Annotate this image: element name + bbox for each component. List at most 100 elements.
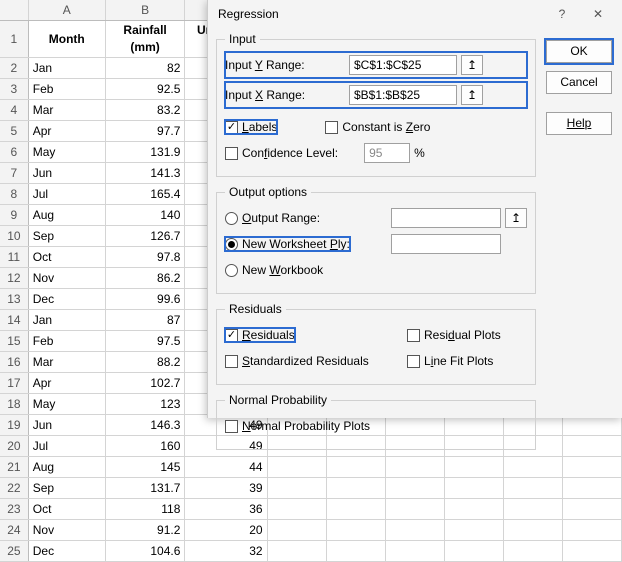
row-header[interactable]: 2 — [0, 58, 28, 79]
row-header[interactable]: 8 — [0, 184, 28, 205]
cell[interactable]: 88.2 — [105, 352, 185, 373]
row-header[interactable]: 17 — [0, 373, 28, 394]
cell[interactable]: Jun — [28, 163, 105, 184]
cell[interactable]: Feb — [28, 331, 105, 352]
new-worksheet-radio[interactable]: New Worksheet Ply: — [225, 237, 350, 251]
cell[interactable]: 82 — [105, 58, 185, 79]
cell[interactable]: 20 — [185, 520, 267, 541]
cell[interactable]: Rainfall (mm) — [105, 21, 185, 58]
row-header[interactable]: 3 — [0, 79, 28, 100]
cell[interactable]: Aug — [28, 457, 105, 478]
help-button[interactable]: Help — [546, 112, 612, 135]
cell[interactable]: 97.5 — [105, 331, 185, 352]
cell[interactable]: Jul — [28, 184, 105, 205]
row-header[interactable]: 1 — [0, 21, 28, 58]
labels-checkbox[interactable]: ✓ Labels — [225, 120, 277, 134]
cell[interactable]: 131.9 — [105, 142, 185, 163]
row-header[interactable]: 18 — [0, 394, 28, 415]
row-header[interactable]: 14 — [0, 310, 28, 331]
col-header[interactable]: B — [105, 0, 185, 21]
residual-plots-checkbox[interactable]: Residual Plots — [407, 328, 527, 342]
ref-select-icon[interactable]: ↥ — [461, 55, 483, 75]
cell[interactable]: 83.2 — [105, 100, 185, 121]
help-icon[interactable]: ? — [544, 2, 580, 26]
row-header[interactable]: 5 — [0, 121, 28, 142]
cell[interactable]: 123 — [105, 394, 185, 415]
cell[interactable]: 104.6 — [105, 541, 185, 562]
cell[interactable]: Sep — [28, 478, 105, 499]
ref-select-icon[interactable]: ↥ — [461, 85, 483, 105]
row-header[interactable]: 9 — [0, 205, 28, 226]
cell[interactable]: 86.2 — [105, 268, 185, 289]
cell[interactable]: 36 — [185, 499, 267, 520]
cell[interactable]: 141.3 — [105, 163, 185, 184]
cell[interactable]: 97.8 — [105, 247, 185, 268]
cell[interactable]: Feb — [28, 79, 105, 100]
cell[interactable]: May — [28, 142, 105, 163]
row-header[interactable]: 20 — [0, 436, 28, 457]
new-workbook-radio[interactable]: New Workbook — [225, 263, 323, 277]
row-header[interactable]: 21 — [0, 457, 28, 478]
input-y-range[interactable]: $C$1:$C$25 — [349, 55, 457, 75]
cell[interactable]: May — [28, 394, 105, 415]
row-header[interactable]: 4 — [0, 100, 28, 121]
cell[interactable]: Oct — [28, 247, 105, 268]
cell[interactable]: 131.7 — [105, 478, 185, 499]
close-icon[interactable]: ✕ — [580, 2, 616, 26]
row-header[interactable]: 12 — [0, 268, 28, 289]
cell[interactable]: Dec — [28, 289, 105, 310]
row-header[interactable]: 15 — [0, 331, 28, 352]
cell[interactable]: 39 — [185, 478, 267, 499]
residuals-checkbox[interactable]: ✓Residuals — [225, 328, 295, 342]
cell[interactable]: Mar — [28, 352, 105, 373]
cell[interactable]: Oct — [28, 499, 105, 520]
cell[interactable]: Nov — [28, 520, 105, 541]
normal-probability-plots-checkbox[interactable]: Normal Probability Plots — [225, 419, 370, 433]
cell[interactable]: Jan — [28, 58, 105, 79]
cell[interactable]: Apr — [28, 373, 105, 394]
cell[interactable]: Jul — [28, 436, 105, 457]
cell[interactable]: 97.7 — [105, 121, 185, 142]
output-range-input[interactable] — [391, 208, 501, 228]
row-header[interactable]: 11 — [0, 247, 28, 268]
standardized-residuals-checkbox[interactable]: Standardized Residuals — [225, 354, 369, 368]
input-x-range[interactable]: $B$1:$B$25 — [349, 85, 457, 105]
ref-select-icon[interactable]: ↥ — [505, 208, 527, 228]
cancel-button[interactable]: Cancel — [546, 71, 612, 94]
cell[interactable]: 118 — [105, 499, 185, 520]
row-header[interactable]: 19 — [0, 415, 28, 436]
cell[interactable]: 160 — [105, 436, 185, 457]
ok-button[interactable]: OK — [546, 40, 612, 63]
row-header[interactable]: 6 — [0, 142, 28, 163]
confidence-level-checkbox[interactable]: Confidence Level: — [225, 146, 338, 160]
row-header[interactable]: 13 — [0, 289, 28, 310]
cell[interactable]: Apr — [28, 121, 105, 142]
cell[interactable]: Sep — [28, 226, 105, 247]
cell[interactable]: Month — [28, 21, 105, 58]
cell[interactable]: 165.4 — [105, 184, 185, 205]
output-range-radio[interactable]: Output Range: — [225, 211, 320, 225]
confidence-level-input[interactable]: 95 — [364, 143, 410, 163]
row-header[interactable]: 22 — [0, 478, 28, 499]
cell[interactable]: 140 — [105, 205, 185, 226]
row-header[interactable]: 10 — [0, 226, 28, 247]
row-header[interactable]: 24 — [0, 520, 28, 541]
cell[interactable]: Aug — [28, 205, 105, 226]
cell[interactable]: 91.2 — [105, 520, 185, 541]
cell[interactable]: 99.6 — [105, 289, 185, 310]
row-header[interactable]: 25 — [0, 541, 28, 562]
cell[interactable]: Mar — [28, 100, 105, 121]
constant-zero-checkbox[interactable]: Constant is Zero — [325, 120, 430, 134]
cell[interactable]: 87 — [105, 310, 185, 331]
row-header[interactable]: 23 — [0, 499, 28, 520]
cell[interactable]: 146.3 — [105, 415, 185, 436]
line-fit-plots-checkbox[interactable]: Line Fit Plots — [407, 354, 527, 368]
cell[interactable]: Jun — [28, 415, 105, 436]
row-header[interactable]: 7 — [0, 163, 28, 184]
new-worksheet-input[interactable] — [391, 234, 501, 254]
cell[interactable]: 92.5 — [105, 79, 185, 100]
cell[interactable]: 102.7 — [105, 373, 185, 394]
col-header[interactable]: A — [28, 0, 105, 21]
cell[interactable]: Dec — [28, 541, 105, 562]
row-header[interactable]: 16 — [0, 352, 28, 373]
